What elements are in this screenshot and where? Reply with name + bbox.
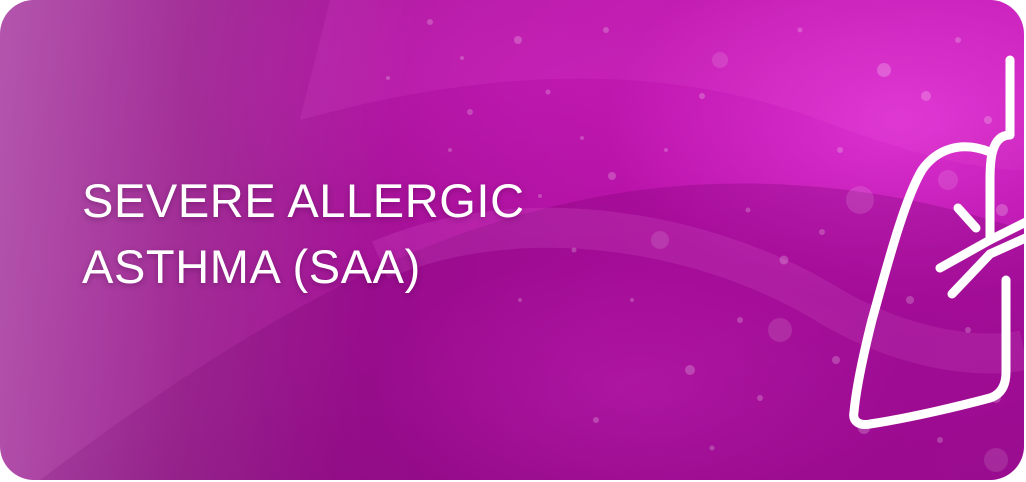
title-line-1: SEVERE ALLERGIC <box>82 174 525 227</box>
card-title: SEVERE ALLERGIC ASTHMA (SAA) <box>82 168 525 300</box>
title-line-2: ASTHMA (SAA) <box>82 240 421 293</box>
saa-card[interactable]: SEVERE ALLERGIC ASTHMA (SAA) <box>0 0 1024 480</box>
lung-icon <box>849 55 1024 429</box>
